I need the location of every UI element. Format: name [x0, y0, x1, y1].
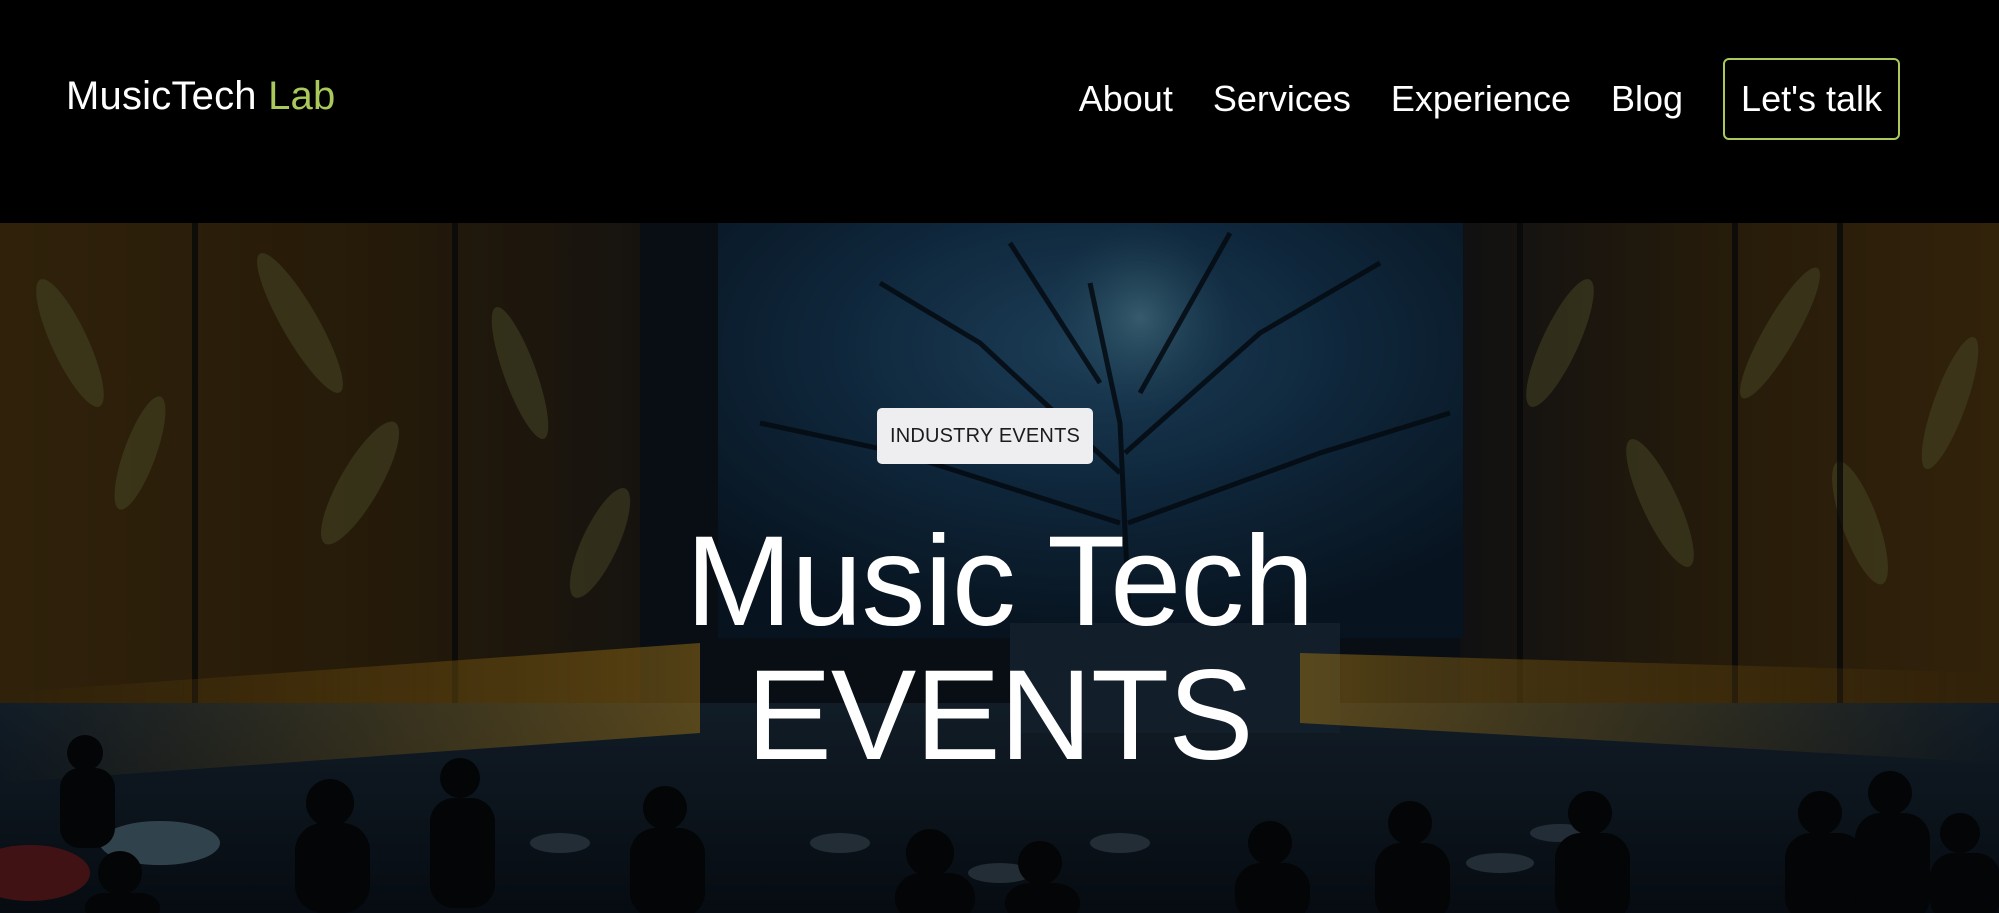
nav-link-blog[interactable]: Blog [1611, 78, 1683, 120]
brand-name: MusicTech [66, 74, 257, 118]
hero-title-line2: EVENTS [746, 644, 1253, 787]
brand-logo[interactable]: MusicTech Lab [66, 74, 335, 119]
hero-title: Music Tech EVENTS [0, 515, 1999, 783]
main-nav: About Services Experience Blog Let's tal… [1079, 58, 1900, 140]
brand-accent: Lab [268, 74, 336, 118]
industry-events-badge: INDUSTRY EVENTS [877, 408, 1093, 464]
hero-section: INDUSTRY EVENTS Music Tech EVENTS [0, 223, 1999, 913]
lets-talk-button[interactable]: Let's talk [1723, 58, 1900, 140]
nav-link-about[interactable]: About [1079, 78, 1173, 120]
hero-title-line1: Music Tech [685, 510, 1315, 653]
nav-link-experience[interactable]: Experience [1391, 78, 1571, 120]
site-header: MusicTech Lab About Services Experience … [0, 0, 1999, 223]
nav-link-services[interactable]: Services [1213, 78, 1351, 120]
